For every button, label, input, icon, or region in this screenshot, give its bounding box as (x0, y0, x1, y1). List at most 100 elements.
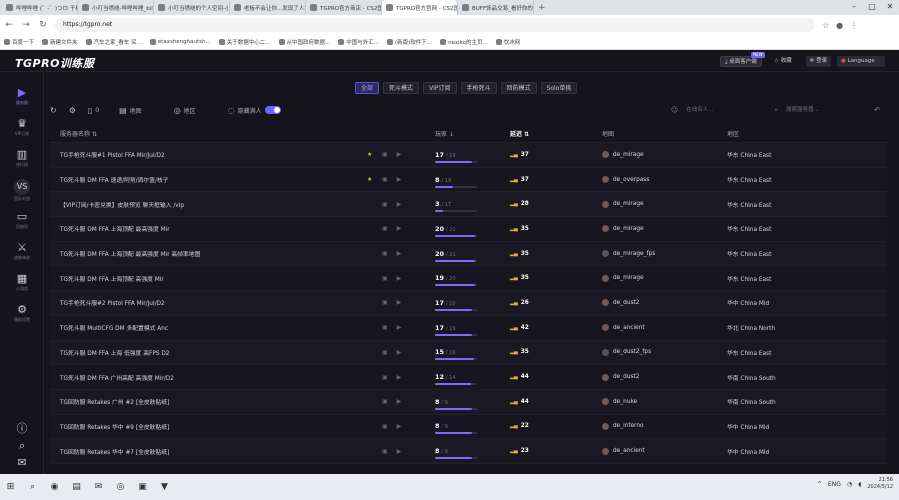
bookmark-item[interactable]: etaxshenghautsh... (149, 39, 211, 45)
star-outline-icon[interactable] (367, 448, 373, 455)
table-row[interactable]: 【VIP订阅/卡密兑换】皮肤预览 聊天框输入 /vip ▣ ▶ 3 / 17 ▂▄ 28 d… (50, 192, 887, 218)
server-name[interactable]: TG回防服 Retakes 华中 #7 [全皮肤贴纸] (50, 447, 365, 456)
play-icon[interactable]: ▶ (397, 250, 402, 257)
minimize-button[interactable]: – (845, 0, 863, 14)
app-logo[interactable]: TGPRO训练服 (15, 55, 94, 71)
forward-icon[interactable]: → (21, 20, 31, 30)
bookmark-item[interactable]: 中国与外汇... (338, 38, 379, 46)
play-icon[interactable]: ▶ (397, 201, 402, 208)
filter-3[interactable]: 手枪死斗 (460, 82, 497, 94)
back-icon[interactable]: ← (4, 20, 14, 30)
bookmark-item[interactable]: 百度一下 (4, 38, 34, 46)
bookmark-item[interactable]: 饮冰网 (495, 38, 520, 46)
bookmark-item[interactable]: 从中国政府数据... (278, 38, 330, 46)
hide-full-toggle[interactable] (264, 106, 281, 114)
browser-tab[interactable]: 小叮当喷绕的个人空间-小叮当绕 (154, 1, 230, 14)
bookmark-item[interactable]: 新建文件夹 (42, 38, 78, 46)
tray-chevron-icon[interactable]: ^ (817, 481, 822, 488)
table-row[interactable]: TG手枪死斗服#2 Pistol FFA Mir/Jul/D2 ▣ ▶ 17 / 19… (50, 291, 887, 316)
browser-tab[interactable]: TGPRO官方官网 - CS2国服社区 (382, 0, 458, 15)
col-name-header[interactable]: 服务器名称 ⇅ (50, 129, 365, 138)
steam-icon[interactable]: ◎ (114, 481, 127, 494)
maximize-button[interactable]: □ (863, 0, 881, 14)
table-row[interactable]: TG死斗服 DM FFA 广州高配 高强度 Mir/D2 ▣ ▶ 12 / 14 ▂▄ 4… (50, 365, 887, 390)
server-search-input[interactable] (786, 104, 867, 116)
play-icon[interactable]: ▶ (397, 374, 402, 381)
game-icon[interactable]: ▣ (136, 481, 149, 494)
server-name[interactable]: TG回防服 Retakes 广州 #2 [全皮肤贴纸] (50, 397, 365, 406)
copy-icon[interactable]: ▣ (382, 324, 388, 331)
bookmark-item[interactable]: 关于数据中心二... (218, 38, 271, 46)
app-icon[interactable]: ▼ (158, 481, 171, 494)
server-name[interactable]: TG手枪死斗服#2 Pistol FFA Mir/Jul/D2 (50, 298, 365, 307)
table-row[interactable]: TG手枪死斗服#1 Pistol FFA Mir/Jul/D2 ★ ▣ ▶ 17 / 1… (50, 143, 887, 168)
star-outline-icon[interactable] (367, 349, 373, 356)
region-filter-button[interactable]: ◎ 地区 (174, 106, 196, 115)
sidebar-item[interactable]: ▭ 回放站 (0, 210, 44, 230)
close-button[interactable]: ✕ (881, 0, 899, 14)
copy-icon[interactable]: ▣ (382, 225, 388, 232)
col-ping-header[interactable]: 延迟 ⇅ (510, 129, 602, 138)
profile-icon[interactable]: ● (836, 21, 843, 30)
play-icon[interactable]: ▶ (397, 398, 402, 405)
sidebar-item[interactable]: ♛ VIP订阅 (0, 117, 44, 137)
server-name[interactable]: TG手枪死斗服#1 Pistol FFA Mir/Jul/D2 (50, 150, 365, 159)
copy-icon[interactable]: ▣ (382, 423, 388, 430)
login-button[interactable]: ⎆ 登录 (806, 56, 832, 67)
sidebar-bottom-item[interactable]: ⓘ (0, 422, 44, 435)
wifi-icon[interactable]: ◔ (847, 481, 852, 488)
filter-1[interactable]: 死斗模式 (383, 82, 420, 94)
map-filter-button[interactable]: ▤ 地图 (119, 106, 142, 115)
star-outline-icon[interactable] (367, 201, 373, 208)
browser-icon[interactable]: ◉ (48, 481, 61, 494)
browser-tab[interactable]: 小叮当喷绕-哔哩哔哩_bilibili (78, 1, 154, 14)
language-button[interactable]: ● Language (837, 56, 885, 67)
filter-2[interactable]: VIP订阅 (423, 82, 457, 94)
copy-icon[interactable]: ▣ (382, 349, 388, 356)
bookmark-item[interactable]: nexiko的主页... (440, 38, 488, 46)
player-search-input[interactable] (686, 104, 767, 116)
play-icon[interactable]: ▶ (397, 324, 402, 331)
bookmark-item[interactable]: 汽车之家_看车 买... (85, 38, 142, 46)
sidebar-item[interactable]: ⚔ 皮肤修改 (0, 241, 44, 261)
play-icon[interactable]: ▶ (397, 275, 402, 282)
col-players-header[interactable]: 玩家 ↓ (435, 129, 510, 138)
table-row[interactable]: TG死斗服 DM FFA 上海顶配 最高强度 Mir 高帧率地图 ▣ ▶ 20 / 2… (50, 241, 887, 267)
new-tab-button[interactable]: + (538, 3, 546, 13)
star-outline-icon[interactable] (367, 374, 373, 381)
play-icon[interactable]: ▶ (397, 151, 402, 158)
table-row[interactable]: TG回防服 Retakes 华中 #9 [全皮肤贴纸] ▣ ▶ 8 / 9 ▂▄ 22 de… (50, 414, 887, 440)
bookmark-filter-button[interactable]: ▯ 0 (88, 106, 99, 115)
copy-icon[interactable]: ▣ (382, 299, 388, 306)
copy-icon[interactable]: ▣ (382, 176, 388, 183)
play-icon[interactable]: ▶ (397, 225, 402, 232)
sidebar-item[interactable]: ▶ 服务器 (0, 86, 44, 106)
copy-icon[interactable]: ▣ (382, 398, 388, 405)
server-name[interactable]: TG死斗服 DM FFA 上海 低强度 高FPS D2 (50, 348, 365, 357)
volume-icon[interactable]: ◖ (858, 481, 861, 488)
server-name[interactable]: TG死斗服 DM FFA 上海顶配 最高强度 Mir (50, 224, 365, 233)
star-outline-icon[interactable] (367, 250, 373, 257)
play-icon[interactable]: ▶ (397, 349, 402, 356)
table-row[interactable]: TG回防服 Retakes 广州 #2 [全皮肤贴纸] ▣ ▶ 8 / 9 ▂▄ 44 de… (50, 389, 887, 415)
play-icon[interactable]: ▶ (397, 176, 402, 183)
sidebar-bottom-item[interactable]: ✉ (0, 456, 44, 469)
star-outline-icon[interactable] (367, 299, 373, 306)
filter-5[interactable]: Solo单挑 (540, 82, 578, 94)
sidebar-bottom-item[interactable]: ⌕ (0, 439, 44, 452)
explorer-icon[interactable]: ▤ (70, 481, 83, 494)
star-outline-icon[interactable] (367, 398, 373, 405)
table-row[interactable]: TG回防服 Retakes 华中 #7 [全皮肤贴纸] ▣ ▶ 8 / 9 ▂▄ 23 de… (50, 439, 887, 464)
table-row[interactable]: TG死斗服 DM FFA 上海 低强度 高FPS D2 ▣ ▶ 15 / 16 ▂▄ 35… (50, 340, 887, 366)
browser-tab[interactable]: BUFF饰品交易_看好你的收视率 (458, 1, 534, 14)
server-name[interactable]: TG死斗服 DM FFA 广州高配 高强度 Mir/D2 (50, 373, 365, 382)
refresh-button[interactable]: ↻ (50, 106, 57, 115)
star-outline-icon[interactable] (367, 423, 373, 430)
play-icon[interactable]: ▶ (397, 448, 402, 455)
language-indicator[interactable]: ENG (828, 481, 841, 488)
star-outline-icon[interactable] (367, 275, 373, 282)
search-icon[interactable]: ⌕ (26, 481, 39, 494)
bookmark-item[interactable]: (新版)软件下... (387, 38, 432, 46)
copy-icon[interactable]: ▣ (382, 374, 388, 381)
copy-icon[interactable]: ▣ (382, 151, 388, 158)
